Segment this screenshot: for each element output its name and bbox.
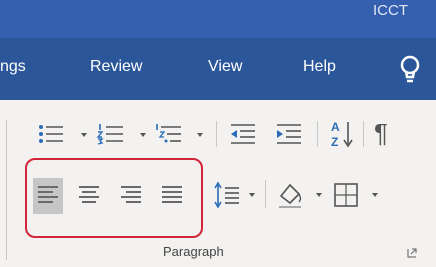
title-bar: ICCT bbox=[0, 0, 436, 38]
bullets-dropdown-arrow[interactable] bbox=[81, 133, 87, 137]
line-spacing-icon[interactable] bbox=[213, 180, 241, 210]
window-title: ICCT bbox=[373, 2, 408, 19]
line-spacing-dropdown-arrow[interactable] bbox=[249, 193, 255, 197]
multilevel-list-dropdown-arrow[interactable] bbox=[197, 133, 203, 137]
decrease-indent-icon[interactable] bbox=[228, 121, 258, 147]
borders-dropdown-arrow[interactable] bbox=[372, 193, 378, 197]
sort-z-glyph: Z bbox=[331, 135, 338, 149]
tab-review[interactable]: Review bbox=[90, 58, 142, 76]
shading-dropdown-arrow[interactable] bbox=[316, 193, 322, 197]
lightbulb-icon[interactable] bbox=[399, 55, 421, 85]
bullets-icon[interactable] bbox=[36, 121, 66, 147]
separator bbox=[363, 121, 364, 147]
separator bbox=[317, 121, 318, 147]
tab-mailings[interactable]: ngs bbox=[0, 58, 26, 76]
paragraph-group-label: Paragraph bbox=[163, 244, 224, 259]
numbering-icon[interactable] bbox=[96, 121, 126, 147]
separator bbox=[216, 121, 217, 147]
alignment-highlight bbox=[25, 158, 203, 238]
multilevel-list-icon[interactable] bbox=[154, 121, 184, 147]
tab-help[interactable]: Help bbox=[303, 58, 336, 76]
tab-view[interactable]: View bbox=[208, 58, 242, 76]
separator bbox=[265, 180, 266, 208]
increase-indent-icon[interactable] bbox=[274, 121, 304, 147]
shading-icon[interactable] bbox=[275, 178, 305, 210]
group-separator bbox=[6, 120, 7, 260]
borders-icon[interactable] bbox=[332, 181, 360, 209]
sort-a-glyph: A bbox=[331, 120, 340, 134]
show-formatting-marks-icon[interactable]: ¶ bbox=[374, 118, 388, 148]
numbering-dropdown-arrow[interactable] bbox=[140, 133, 146, 137]
sort-icon[interactable]: A Z bbox=[329, 119, 355, 149]
dialog-launcher-icon[interactable] bbox=[407, 248, 417, 258]
